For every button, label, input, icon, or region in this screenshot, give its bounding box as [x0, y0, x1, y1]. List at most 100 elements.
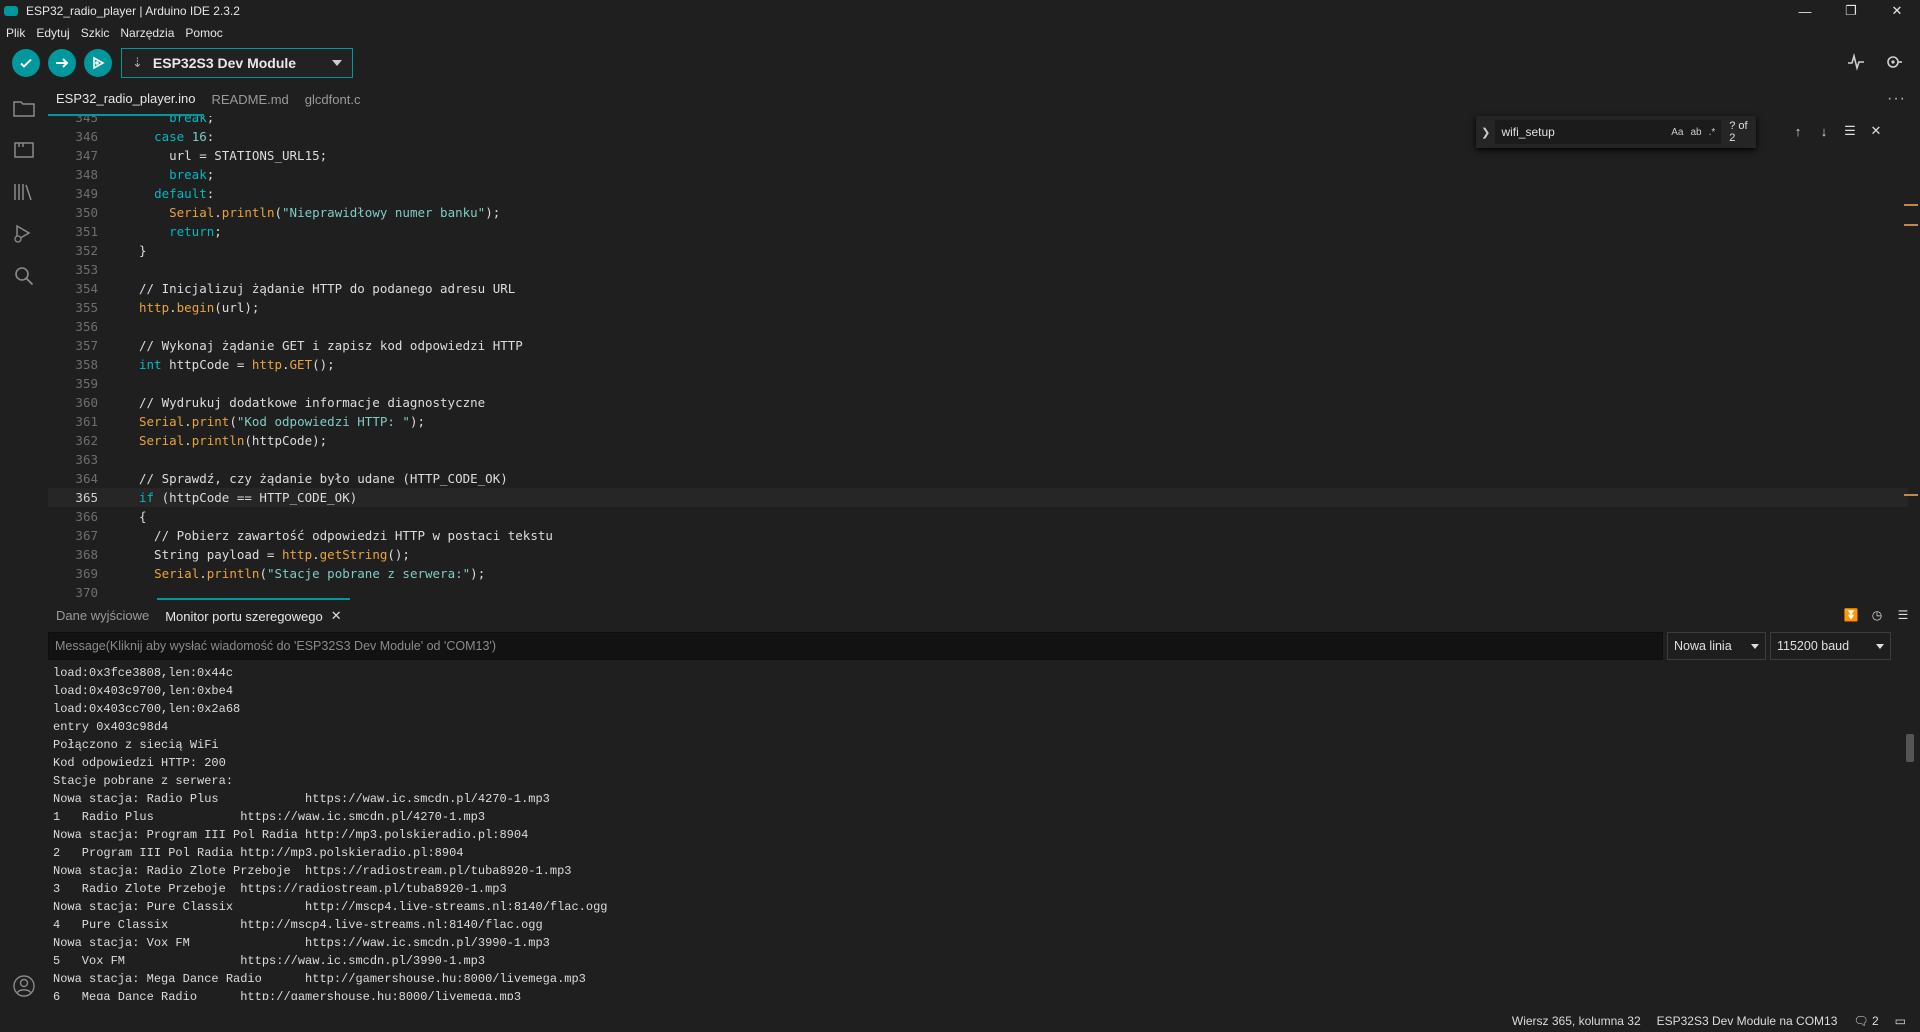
whole-word-icon[interactable]: ab	[1690, 127, 1701, 138]
menu-edit[interactable]: Edytuj	[36, 26, 69, 40]
board-port-status[interactable]: ESP32S3 Dev Module na COM13	[1657, 1014, 1838, 1028]
clear-output-icon[interactable]: ☰	[1894, 606, 1912, 624]
ruler-mark	[1904, 224, 1918, 226]
arrow-right-icon	[56, 58, 69, 68]
title-bar: ESP32_radio_player | Arduino IDE 2.3.2 —…	[0, 0, 1920, 22]
baud-rate-select[interactable]: 115200 baud	[1770, 632, 1891, 660]
close-icon[interactable]: ✕	[1874, 0, 1920, 22]
debug-icon	[93, 56, 105, 70]
ruler-mark	[1904, 494, 1918, 496]
code-line: 357// Wykonaj żądanie GET i zapisz kod o…	[75, 338, 523, 353]
code-line: 349 default:	[75, 186, 215, 201]
library-manager-icon[interactable]	[12, 180, 36, 204]
serial-line: Nowa stacja: Radio Plus https://waw.ic.s…	[53, 792, 550, 806]
find-in-selection-icon[interactable]: ☰	[1842, 120, 1858, 142]
code-line: 368 String payload = http.getString();	[75, 547, 410, 562]
upload-button[interactable]	[48, 49, 76, 77]
autoscroll-icon[interactable]: ⏬	[1842, 606, 1860, 624]
ruler-mark	[1904, 204, 1918, 206]
serial-line: 2 Program III Pol Radia http://mp3.polsk…	[53, 846, 464, 860]
code-line: 367 // Pobierz zawartość odpowiedzi HTTP…	[75, 528, 553, 543]
account-icon[interactable]	[12, 974, 36, 998]
code-line: 366{	[75, 509, 147, 524]
board-selector[interactable]: ⇣ ESP32S3 Dev Module	[121, 48, 353, 78]
serial-line: Kod odpowiedzi HTTP: 200	[53, 756, 226, 770]
serial-message-input[interactable]: Message(Kliknij aby wysłać wiadomość do …	[48, 632, 1663, 660]
code-line: 350 Serial.println("Nieprawidłowy numer …	[75, 205, 501, 220]
serial-output[interactable]: load:0x3fce3808,len:0x44c load:0x403c970…	[48, 664, 1904, 1000]
verify-button[interactable]	[12, 49, 40, 77]
serial-scrollbar[interactable]	[1906, 734, 1914, 762]
notifications[interactable]: 🗨 2	[1853, 1014, 1878, 1028]
serial-line: Nowa stacja: Vox FM https://waw.ic.smcdn…	[53, 936, 550, 950]
serial-line: load:0x403c9700,len:0xbe4	[53, 684, 234, 698]
tab-output[interactable]: Dane wyjściowe	[48, 598, 157, 632]
code-line: 358 int httpCode = http.GET();	[75, 357, 335, 372]
status-bar: Wiersz 365, kolumna 32 ESP32S3 Dev Modul…	[0, 1010, 1920, 1032]
window-controls: — ❐ ✕	[1782, 0, 1920, 22]
panel-icons: ⏬ ◷ ☰	[1842, 606, 1912, 624]
code-line: 352}	[75, 243, 147, 258]
message-row: Message(Kliknij aby wysłać wiadomość do …	[48, 632, 1920, 660]
serial-line: Połączono z siecią WiFi	[53, 738, 219, 752]
toggle-panel-icon[interactable]: ▭	[1895, 1014, 1906, 1028]
close-find-icon[interactable]: ✕	[1868, 120, 1884, 142]
line-ending-select[interactable]: Nowa linia	[1667, 632, 1766, 660]
code-line: 359	[75, 376, 98, 391]
timestamp-icon[interactable]: ◷	[1868, 606, 1886, 624]
code-line: 370	[75, 585, 98, 598]
tab-glcdfont[interactable]: glcdfont.c	[297, 82, 369, 116]
find-widget: ❯ wifi_setup Aa ab .* ? of 2	[1476, 116, 1756, 148]
serial-monitor-icon[interactable]	[1882, 50, 1906, 74]
code-editor[interactable]: 345 break; 346 case 16: 347 url = STATIO…	[48, 116, 1920, 598]
regex-icon[interactable]: .*	[1709, 127, 1716, 138]
code-line: 356	[75, 319, 98, 334]
cursor-position[interactable]: Wiersz 365, kolumna 32	[1512, 1014, 1641, 1028]
match-case-icon[interactable]: Aa	[1671, 127, 1683, 138]
menu-bar: Plik Edytuj Szkic Narzędzia Pomoc	[0, 22, 1920, 44]
tab-readme[interactable]: README.md	[204, 82, 297, 116]
editor-tabs: ESP32_radio_player.ino README.md glcdfon…	[48, 82, 1920, 116]
debug-panel-icon[interactable]	[12, 222, 36, 246]
menu-sketch[interactable]: Szkic	[81, 26, 110, 40]
serial-line: load:0x3fce3808,len:0x44c	[53, 666, 234, 680]
serial-line: 4 Pure Classix http://mscp4.live-streams…	[53, 918, 543, 932]
arrow-down-icon[interactable]: ↓	[1816, 120, 1832, 142]
serial-line: Nowa stacja: Program III Pol Radia http:…	[53, 828, 529, 842]
chevron-right-icon[interactable]: ❯	[1476, 126, 1495, 139]
more-icon[interactable]: ···	[1887, 90, 1906, 108]
sketchbook-folder-icon[interactable]	[12, 96, 36, 120]
minimize-icon[interactable]: —	[1782, 0, 1828, 22]
menu-help[interactable]: Pomoc	[185, 26, 222, 40]
panel-tabs: Dane wyjściowe Monitor portu szeregowego…	[48, 598, 1920, 632]
tab-serial-monitor[interactable]: Monitor portu szeregowego ✕	[157, 598, 350, 632]
serial-line: 1 Radio Plus https://waw.ic.smcdn.pl/427…	[53, 810, 486, 824]
debug-button[interactable]	[84, 49, 112, 77]
notification-icon: 🗨	[1853, 1014, 1869, 1028]
menu-file[interactable]: Plik	[6, 26, 25, 40]
boards-manager-icon[interactable]	[12, 138, 36, 162]
notification-count: 2	[1871, 1014, 1879, 1028]
menu-tools[interactable]: Narzędzia	[120, 26, 174, 40]
code-line: 362 Serial.println(httpCode);	[75, 433, 328, 448]
find-input[interactable]: wifi_setup Aa ab .*	[1495, 120, 1722, 144]
toolbar-right	[1844, 50, 1906, 74]
find-actions: ↑ ↓ ☰ ✕	[1790, 120, 1884, 142]
code-line: 360// Wydrukuj dodatkowe informacje diag…	[75, 395, 486, 410]
chevron-down-icon	[1751, 643, 1759, 649]
close-icon[interactable]: ✕	[331, 608, 342, 624]
tab-esp32-radio-player[interactable]: ESP32_radio_player.ino	[48, 82, 204, 116]
serial-line: Stacje pobrane z serwera:	[53, 774, 234, 788]
code-line-current: 365 if (httpCode == HTTP_CODE_OK)	[48, 488, 1908, 507]
arrow-up-icon[interactable]: ↑	[1790, 120, 1806, 142]
arduino-logo-icon	[4, 6, 18, 16]
code-line: 353	[75, 262, 98, 277]
window-title: ESP32_radio_player | Arduino IDE 2.3.2	[26, 4, 240, 18]
restore-icon[interactable]: ❐	[1828, 0, 1874, 22]
overview-ruler[interactable]	[1904, 116, 1920, 598]
serial-plotter-icon[interactable]	[1844, 50, 1868, 74]
code-line: 364// Sprawdź, czy żądanie było udane (H…	[75, 471, 508, 486]
search-icon[interactable]	[12, 264, 36, 288]
code-line: 347 url = STATIONS_URL15;	[75, 148, 328, 163]
arduino-ide-window: ESP32_radio_player | Arduino IDE 2.3.2 —…	[0, 0, 1920, 1032]
